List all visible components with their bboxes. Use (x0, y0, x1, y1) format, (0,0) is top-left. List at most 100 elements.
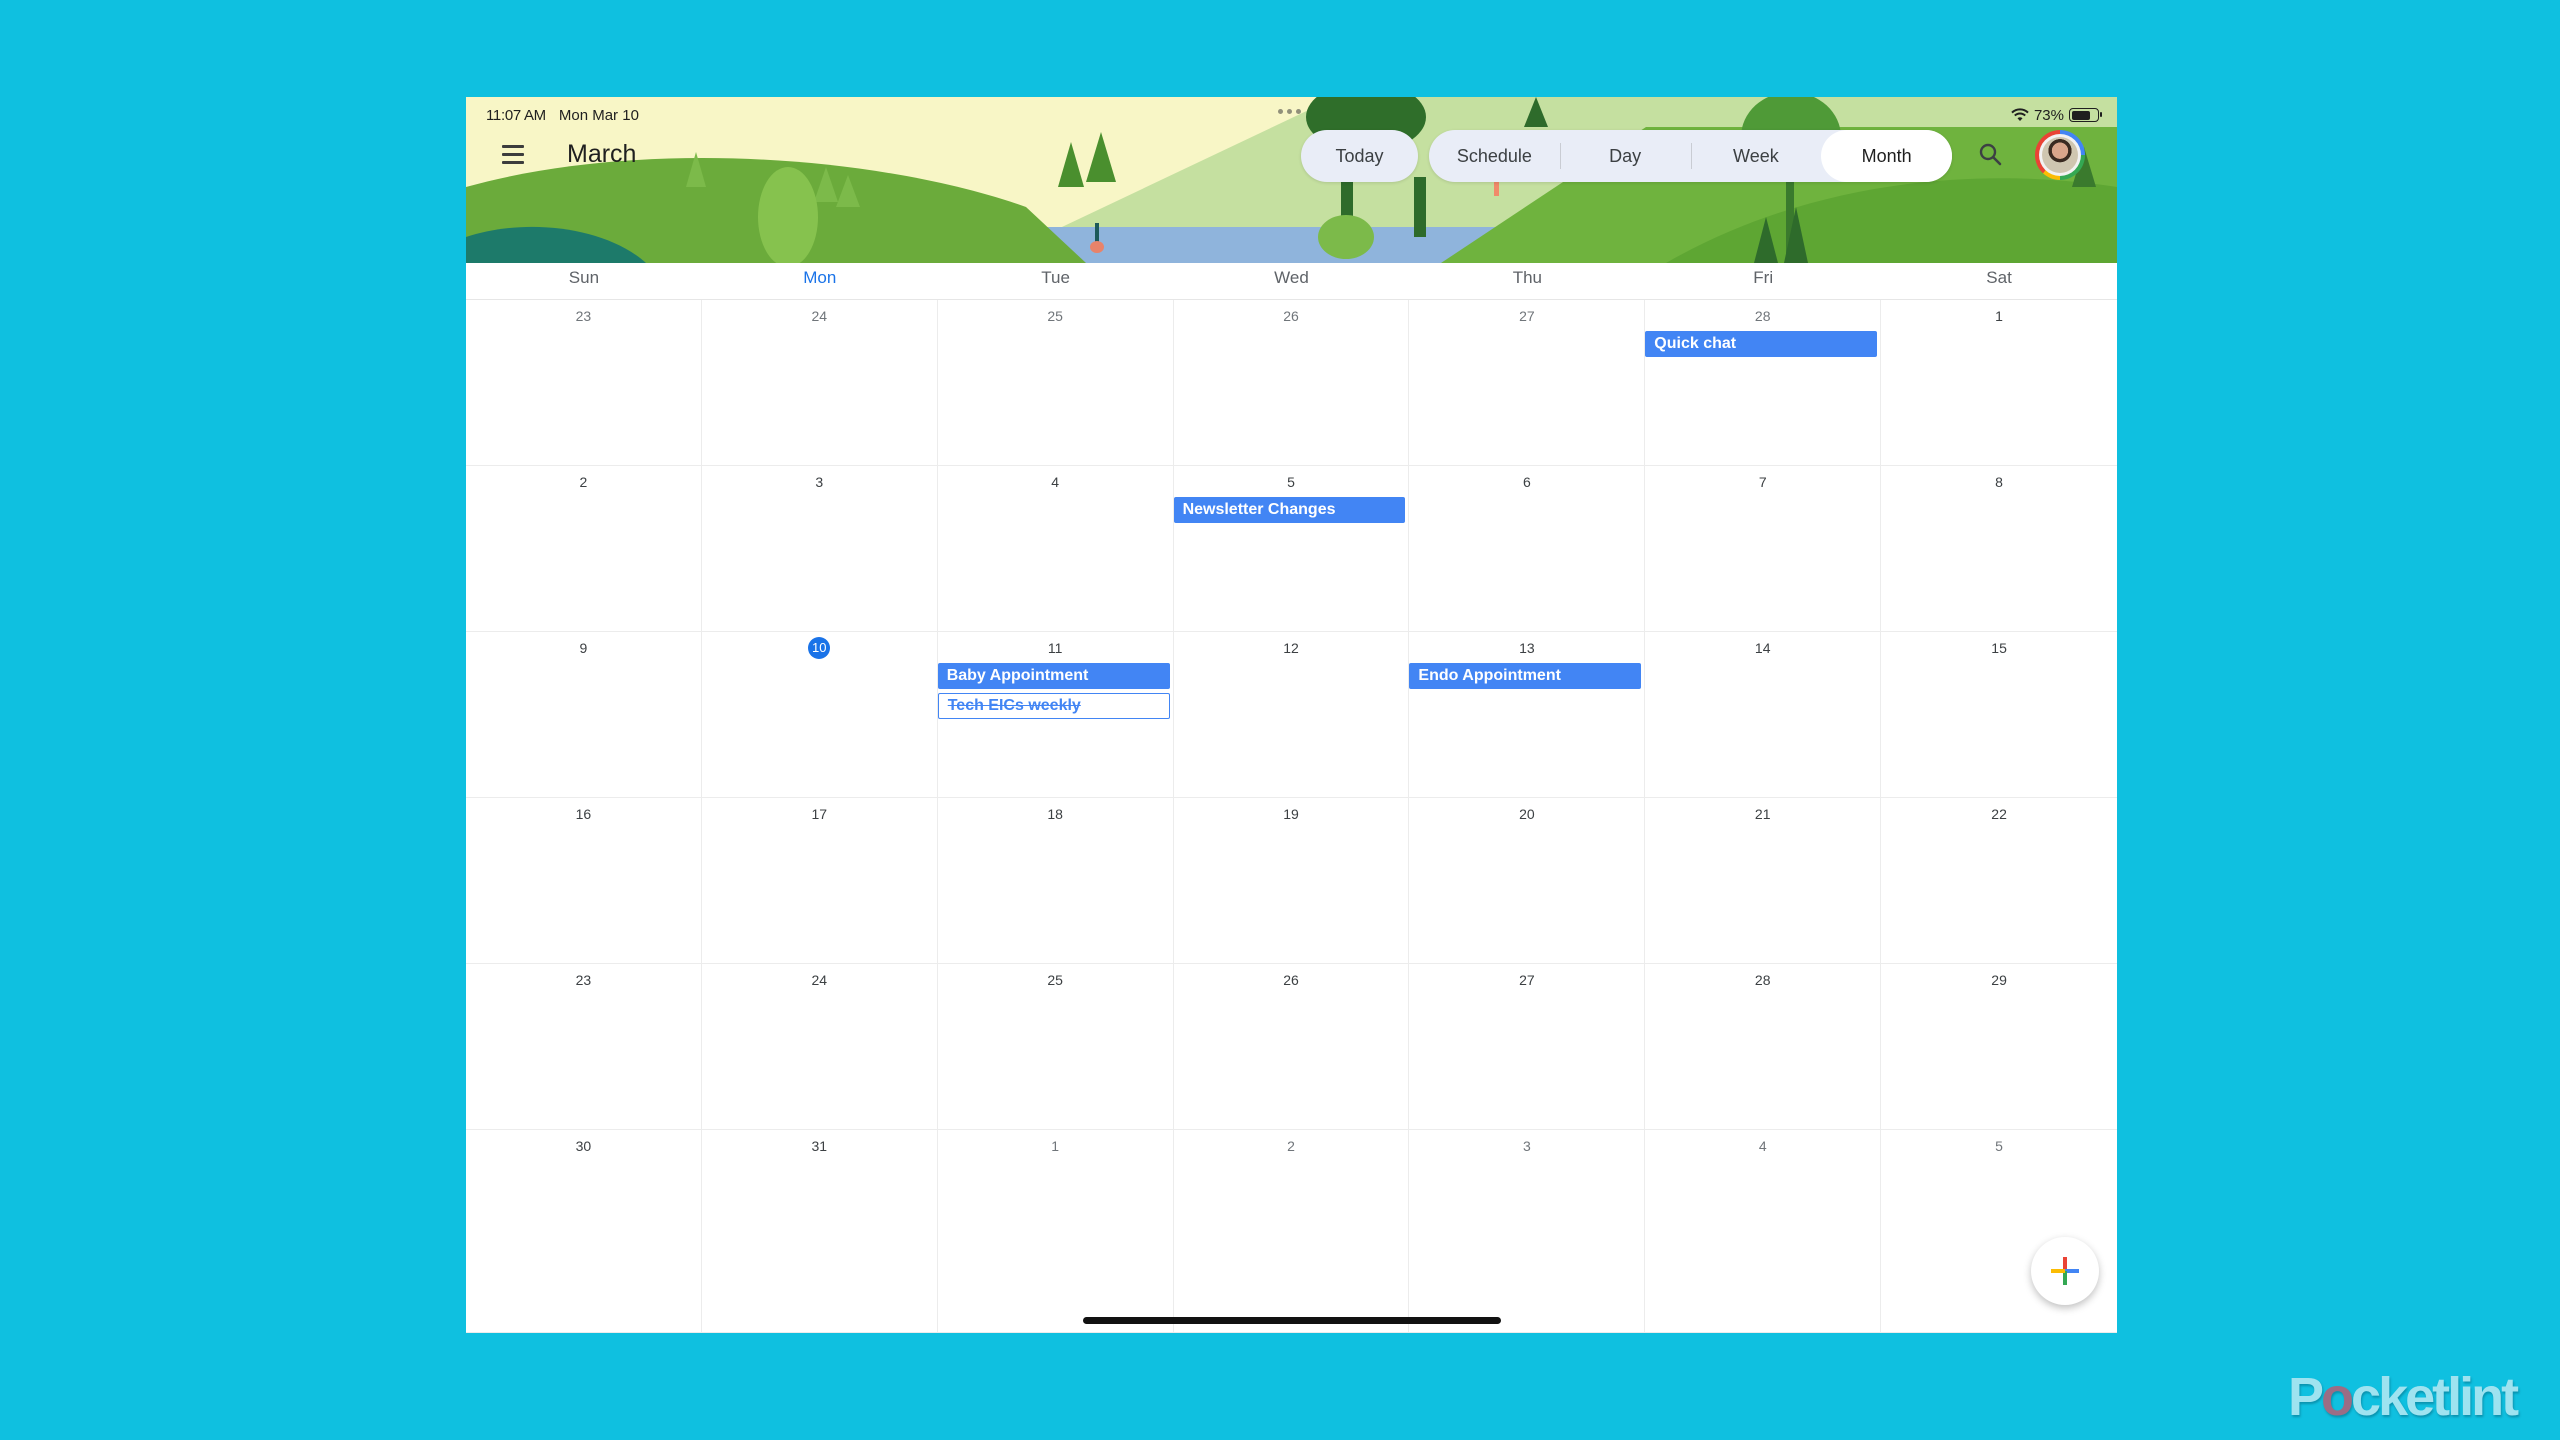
event-chip[interactable]: Quick chat (1645, 331, 1878, 357)
day-cell[interactable]: 28 Quick chat (1645, 300, 1882, 466)
day-cell[interactable]: 14 (1645, 632, 1882, 798)
day-cell[interactable]: 20 (1409, 798, 1646, 964)
day-cell[interactable]: 10 (701, 632, 938, 798)
day-cell[interactable]: 22 (1881, 798, 2117, 964)
day-cell[interactable]: 6 (1409, 466, 1646, 632)
date-number[interactable]: 6 (1409, 471, 1644, 493)
day-cell[interactable]: 26 (1173, 964, 1410, 1130)
search-icon[interactable] (1976, 140, 2006, 170)
today-button[interactable]: Today (1301, 130, 1418, 182)
home-indicator[interactable] (1083, 1317, 1501, 1324)
account-avatar[interactable] (2035, 130, 2085, 180)
day-cell[interactable]: 25 (937, 300, 1174, 466)
day-cell[interactable]: 1 (1881, 300, 2117, 466)
day-cell[interactable]: 9 (466, 632, 702, 798)
date-number[interactable]: 11 (938, 637, 1173, 659)
date-number[interactable]: 30 (466, 1135, 701, 1157)
date-number[interactable]: 13 (1409, 637, 1644, 659)
day-cell[interactable]: 4 (1645, 1130, 1882, 1333)
view-tab-day[interactable]: Day (1559, 130, 1691, 182)
date-number[interactable]: 5 (1174, 471, 1409, 493)
day-cell[interactable]: 28 (1645, 964, 1882, 1130)
day-cell[interactable]: 1 (937, 1130, 1174, 1333)
day-cell[interactable]: 27 (1409, 964, 1646, 1130)
date-number[interactable]: 19 (1174, 803, 1409, 825)
day-cell[interactable]: 8 (1881, 466, 2117, 632)
day-cell[interactable]: 3 (701, 466, 938, 632)
view-tab-schedule[interactable]: Schedule (1429, 130, 1560, 182)
today-date-badge[interactable]: 10 (808, 637, 831, 659)
event-chip[interactable]: Newsletter Changes (1173, 497, 1406, 523)
date-number[interactable]: 23 (466, 305, 701, 327)
day-cell[interactable]: 11 Baby Appointment Tech EICs weekly (937, 632, 1174, 798)
day-cell[interactable]: 12 (1173, 632, 1410, 798)
date-number[interactable]: 14 (1645, 637, 1880, 659)
day-cell[interactable]: 27 (1409, 300, 1646, 466)
day-cell[interactable]: 24 (701, 964, 938, 1130)
day-cell[interactable]: 3 (1409, 1130, 1646, 1333)
event-chip[interactable]: Endo Appointment (1409, 663, 1642, 689)
multitasking-handle[interactable] (1278, 109, 1301, 114)
date-number[interactable]: 27 (1409, 305, 1644, 327)
date-number[interactable]: 9 (466, 637, 701, 659)
day-cell[interactable]: 21 (1645, 798, 1882, 964)
day-cell[interactable]: 2 (1173, 1130, 1410, 1333)
date-number[interactable]: 28 (1645, 969, 1880, 991)
date-number[interactable]: 18 (938, 803, 1173, 825)
day-cell[interactable]: 23 (466, 964, 702, 1130)
date-number[interactable]: 3 (1409, 1135, 1644, 1157)
date-number[interactable]: 28 (1645, 305, 1880, 327)
date-number[interactable]: 31 (702, 1135, 937, 1157)
day-cell[interactable]: 31 (701, 1130, 938, 1333)
hamburger-menu-icon[interactable] (502, 139, 532, 169)
date-number[interactable]: 22 (1881, 803, 2117, 825)
date-number[interactable]: 26 (1174, 305, 1409, 327)
date-number[interactable]: 29 (1881, 969, 2117, 991)
date-number[interactable]: 23 (466, 969, 701, 991)
day-cell[interactable]: 5 Newsletter Changes (1173, 466, 1410, 632)
day-cell[interactable]: 2 (466, 466, 702, 632)
date-number[interactable]: 12 (1174, 637, 1409, 659)
date-number[interactable]: 15 (1881, 637, 2117, 659)
day-cell[interactable]: 15 (1881, 632, 2117, 798)
day-cell[interactable]: 29 (1881, 964, 2117, 1130)
date-number[interactable]: 1 (1881, 305, 2117, 327)
day-cell[interactable]: 7 (1645, 466, 1882, 632)
date-number[interactable]: 25 (938, 969, 1173, 991)
day-cell[interactable]: 30 (466, 1130, 702, 1333)
date-number[interactable]: 25 (938, 305, 1173, 327)
date-number[interactable]: 2 (466, 471, 701, 493)
date-number[interactable]: 8 (1881, 471, 2117, 493)
date-number[interactable]: 4 (938, 471, 1173, 493)
date-number[interactable]: 24 (702, 969, 937, 991)
day-cell[interactable]: 24 (701, 300, 938, 466)
day-cell[interactable]: 16 (466, 798, 702, 964)
date-number[interactable]: 21 (1645, 803, 1880, 825)
day-cell[interactable]: 18 (937, 798, 1174, 964)
day-cell[interactable]: 19 (1173, 798, 1410, 964)
day-cell[interactable]: 25 (937, 964, 1174, 1130)
day-cell[interactable]: 26 (1173, 300, 1410, 466)
date-number[interactable]: 16 (466, 803, 701, 825)
date-number[interactable]: 17 (702, 803, 937, 825)
date-number[interactable]: 4 (1645, 1135, 1880, 1157)
view-tab-month[interactable]: Month (1821, 130, 1952, 182)
day-cell[interactable]: 17 (701, 798, 938, 964)
date-number[interactable]: 3 (702, 471, 937, 493)
date-number[interactable]: 7 (1645, 471, 1880, 493)
month-title[interactable]: March (567, 139, 636, 169)
day-cell[interactable]: 5 (1881, 1130, 2117, 1333)
create-event-button[interactable] (2031, 1237, 2099, 1305)
event-chip[interactable]: Baby Appointment (937, 663, 1170, 689)
view-tab-week[interactable]: Week (1690, 130, 1822, 182)
day-cell[interactable]: 4 (937, 466, 1174, 632)
date-number[interactable]: 5 (1881, 1135, 2117, 1157)
date-number[interactable]: 20 (1409, 803, 1644, 825)
date-number[interactable]: 2 (1174, 1135, 1409, 1157)
day-cell[interactable]: 13 Endo Appointment (1409, 632, 1646, 798)
day-cell[interactable]: 23 (466, 300, 702, 466)
date-number[interactable]: 1 (938, 1135, 1173, 1157)
date-number[interactable]: 27 (1409, 969, 1644, 991)
event-chip-declined[interactable]: Tech EICs weekly (937, 693, 1170, 719)
date-number[interactable]: 24 (702, 305, 937, 327)
